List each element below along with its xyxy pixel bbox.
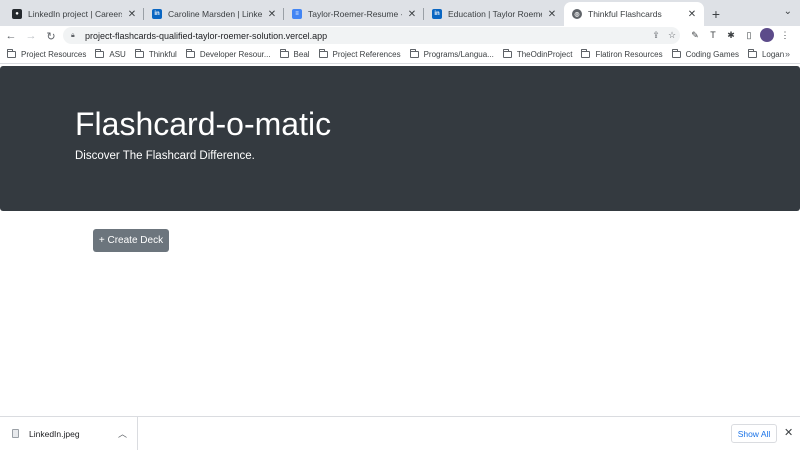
- folder-icon: [409, 49, 419, 58]
- folder-icon: [581, 49, 591, 58]
- github-icon: ●: [12, 9, 22, 19]
- extension-pen-icon[interactable]: ✎: [688, 28, 702, 42]
- browser-tab-5-active[interactable]: ◎ Thinkful Flashcards ✕: [564, 2, 704, 26]
- browser-tab-3[interactable]: ≡ Taylor-Roemer-Resume - Goo ✕: [284, 2, 424, 26]
- close-tab-icon[interactable]: ✕: [126, 9, 138, 20]
- bookmark-label: Project References: [332, 50, 401, 59]
- url-text[interactable]: project-flashcards-qualified-taylor-roem…: [85, 31, 648, 41]
- bookmark-folder[interactable]: Coding Games: [671, 49, 739, 59]
- tab-title: Taylor-Roemer-Resume - Goo: [308, 9, 402, 19]
- bookmark-folder[interactable]: Developer Resour...: [185, 49, 271, 59]
- browser-tab-1[interactable]: ● LinkedIn project | Careers: Per ✕: [4, 2, 144, 26]
- page-subtitle: Discover The Flashcard Difference.: [75, 150, 255, 162]
- close-icon[interactable]: ✕: [784, 426, 793, 439]
- tab-search-icon[interactable]: ⌄: [784, 6, 792, 17]
- bookmark-label: Developer Resour...: [199, 50, 271, 59]
- menu-kebab-icon[interactable]: ⋮: [778, 28, 792, 42]
- browser-tab-4[interactable]: in Education | Taylor Roemer | Lin ✕: [424, 2, 564, 26]
- bookmarks-overflow-icon[interactable]: »: [785, 49, 790, 59]
- lock-icon[interactable]: 🔒︎: [71, 32, 79, 40]
- share-icon[interactable]: ⇪: [648, 30, 664, 41]
- tab-title: Caroline Marsden | LinkedIn: [168, 9, 262, 19]
- image-file-icon: [12, 429, 19, 438]
- bookmark-folder[interactable]: Flatiron Resources: [581, 49, 663, 59]
- bookmark-star-icon[interactable]: ☆: [664, 30, 680, 41]
- bookmark-folder[interactable]: Project References: [318, 49, 401, 59]
- forward-icon[interactable]: →: [22, 27, 40, 45]
- download-item[interactable]: LinkedIn.jpeg ︿: [0, 417, 138, 450]
- close-tab-icon[interactable]: ✕: [546, 9, 558, 20]
- folder-icon: [279, 49, 289, 58]
- page-title: Flashcard-o-matic: [75, 106, 332, 142]
- back-icon[interactable]: ←: [2, 27, 20, 45]
- bookmark-label: Logan: [761, 50, 785, 59]
- tab-title: Education | Taylor Roemer | Lin: [448, 9, 542, 19]
- reload-icon[interactable]: ↻: [42, 27, 60, 45]
- create-deck-button[interactable]: + Create Deck: [93, 229, 169, 252]
- extensions-puzzle-icon[interactable]: ✱: [724, 28, 738, 42]
- folder-icon: [318, 49, 328, 58]
- download-shelf: LinkedIn.jpeg ︿ Show All ✕: [0, 416, 800, 450]
- address-bar[interactable]: 🔒︎ project-flashcards-qualified-taylor-r…: [63, 27, 680, 44]
- bookmark-folder[interactable]: Project Resources: [7, 49, 87, 59]
- side-panel-icon[interactable]: ▯: [742, 28, 756, 42]
- bookmark-folder[interactable]: TheOdinProject: [502, 49, 573, 59]
- bookmark-folder[interactable]: ASU: [95, 49, 126, 59]
- bookmark-label: Coding Games: [685, 50, 739, 59]
- profile-avatar[interactable]: [760, 28, 774, 42]
- chevron-up-icon[interactable]: ︿: [118, 427, 127, 440]
- google-docs-icon: ≡: [292, 9, 302, 19]
- linkedin-icon: in: [152, 9, 162, 19]
- header-jumbotron: Flashcard-o-matic Discover The Flashcard…: [0, 66, 800, 211]
- bookmark-folder[interactable]: Logan: [747, 49, 785, 59]
- browser-tab-2[interactable]: in Caroline Marsden | LinkedIn ✕: [144, 2, 284, 26]
- extensions-area: ✎ T ✱ ▯ ⋮: [688, 28, 792, 42]
- linkedin-icon: in: [432, 9, 442, 19]
- bookmark-label: Programs/Langua...: [423, 50, 494, 59]
- close-tab-icon[interactable]: ✕: [686, 9, 698, 20]
- folder-icon: [671, 49, 681, 58]
- globe-icon: ◎: [572, 9, 582, 19]
- tab-title: LinkedIn project | Careers: Per: [28, 9, 122, 19]
- browser-toolbar: ← → ↻ 🔒︎ project-flashcards-qualified-ta…: [0, 26, 800, 46]
- page-content: Flashcard-o-matic Discover The Flashcard…: [0, 64, 800, 416]
- folder-icon: [502, 49, 512, 58]
- folder-icon: [134, 49, 144, 58]
- bookmark-label: Beal: [293, 50, 310, 59]
- download-file-name: LinkedIn.jpeg: [29, 428, 80, 439]
- bookmarks-bar: Project Resources ASU Thinkful Developer…: [0, 46, 800, 64]
- bookmark-folder[interactable]: Thinkful: [134, 49, 177, 59]
- bookmark-label: Thinkful: [148, 50, 177, 59]
- bookmark-label: ASU: [109, 50, 126, 59]
- show-all-button[interactable]: Show All: [731, 424, 777, 443]
- folder-icon: [95, 49, 105, 58]
- folder-icon: [747, 49, 757, 58]
- close-tab-icon[interactable]: ✕: [266, 9, 278, 20]
- tab-title: Thinkful Flashcards: [588, 9, 662, 19]
- close-tab-icon[interactable]: ✕: [406, 9, 418, 20]
- extension-t-icon[interactable]: T: [706, 28, 720, 42]
- bookmark-folder[interactable]: Programs/Langua...: [409, 49, 494, 59]
- browser-tab-strip: ● LinkedIn project | Careers: Per ✕ in C…: [0, 0, 800, 26]
- bookmark-label: TheOdinProject: [516, 50, 573, 59]
- folder-icon: [7, 49, 16, 58]
- bookmark-label: Project Resources: [21, 50, 87, 59]
- folder-icon: [185, 49, 195, 58]
- bookmark-folder[interactable]: Beal: [279, 49, 310, 59]
- new-tab-button[interactable]: +: [704, 2, 728, 26]
- bookmark-label: Flatiron Resources: [595, 50, 663, 59]
